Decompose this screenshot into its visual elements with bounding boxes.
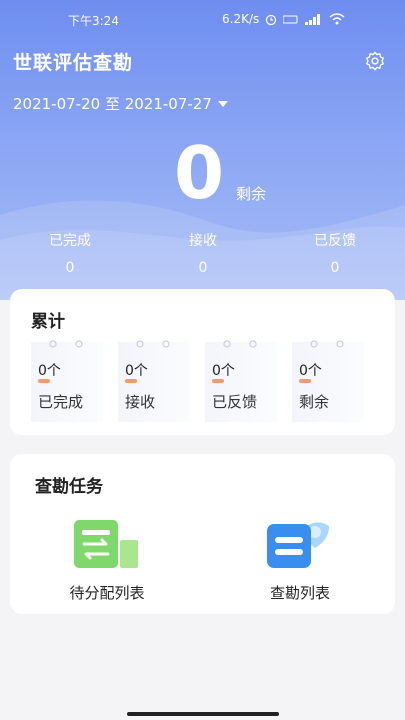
stat-value: 0	[65, 260, 75, 276]
tile-count: 0个	[125, 363, 148, 379]
cumulative-tile-remaining[interactable]: 0个 剩余	[292, 340, 364, 422]
date-range-text: 2021-07-20 至 2021-07-27	[13, 95, 212, 113]
wifi-icon	[329, 13, 345, 25]
cumulative-tile-feedback[interactable]: 0个 已反馈	[205, 340, 277, 422]
survey-list-icon	[267, 522, 329, 568]
binder-rings-icon	[310, 340, 344, 348]
cumulative-title: 累计	[31, 312, 65, 332]
date-range-selector[interactable]: 2021-07-20 至 2021-07-27	[13, 93, 228, 114]
network-speed: 6.2K/s	[222, 12, 260, 26]
home-indicator[interactable]	[127, 712, 279, 716]
stat-completed: 已完成 0	[25, 230, 115, 276]
status-bar: 下午3:24 6.2K/s	[0, 0, 405, 34]
tile-label: 已反馈	[212, 393, 258, 411]
tile-count: 0个	[299, 363, 322, 379]
remaining-label: 剩余	[236, 185, 267, 203]
stat-label: 接收	[189, 233, 217, 249]
status-time: 下午3:24	[68, 14, 119, 28]
assign-list-button[interactable]: 待分配列表	[69, 510, 145, 602]
tile-label: 接收	[125, 393, 156, 411]
stat-received: 接收 0	[158, 230, 248, 276]
remaining-count: 0	[174, 131, 225, 215]
tile-accent-bar	[38, 379, 50, 383]
settings-gear-icon[interactable]	[364, 50, 386, 72]
tile-label: 剩余	[299, 393, 330, 411]
survey-tasks-title: 查勘任务	[35, 477, 103, 497]
tile-count: 0个	[38, 363, 61, 379]
app-title: 世联评估查勘	[13, 52, 134, 74]
stat-label: 已反馈	[314, 233, 356, 249]
header-banner: 下午3:24 6.2K/s 世联评估查勘 2021-07-20 至 2021-0…	[0, 0, 405, 300]
tile-accent-bar	[212, 379, 224, 383]
cell-signal-icon	[305, 13, 321, 25]
tile-count: 0个	[212, 363, 235, 379]
tile-label: 已完成	[38, 393, 84, 411]
binder-rings-icon	[136, 340, 170, 348]
hd-signal-icon	[283, 15, 298, 24]
binder-rings-icon	[223, 340, 257, 348]
stat-value: 0	[198, 260, 208, 276]
stat-feedback: 已反馈 0	[290, 230, 380, 276]
caret-down-icon	[217, 100, 228, 107]
cumulative-tile-completed[interactable]: 0个 已完成	[31, 340, 103, 422]
tile-accent-bar	[299, 379, 311, 383]
stat-label: 已完成	[49, 233, 91, 249]
survey-list-label: 查勘列表	[269, 584, 330, 602]
assign-list-label: 待分配列表	[69, 584, 145, 602]
survey-list-button[interactable]: 查勘列表	[265, 510, 335, 602]
alarm-icon	[266, 14, 277, 25]
stat-value: 0	[330, 260, 340, 276]
cumulative-tile-received[interactable]: 0个 接收	[118, 340, 190, 422]
binder-rings-icon	[49, 340, 83, 348]
cumulative-card: 累计 0个 已完成 0个 接收 0个 已反馈 0个 剩余	[10, 289, 395, 435]
assign-list-icon	[74, 520, 138, 568]
tile-accent-bar	[125, 379, 137, 383]
